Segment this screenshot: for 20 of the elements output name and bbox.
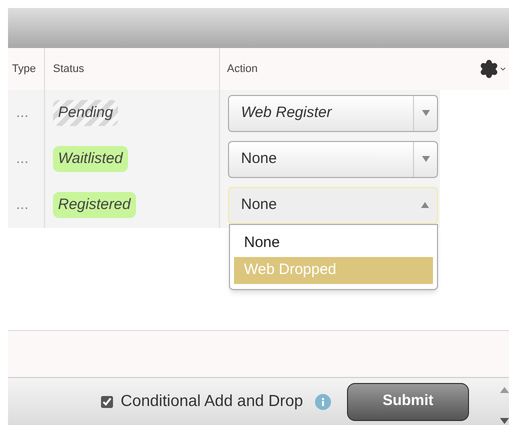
column-header: Status (53, 62, 84, 77)
table-cell-text: ... (16, 102, 29, 123)
down-arrow-icon (422, 156, 430, 162)
submit-button[interactable]: Submit (347, 382, 469, 420)
column-header: Action (227, 62, 258, 77)
table-cell-text: ... (16, 194, 29, 215)
table-cell-text: ... (16, 148, 29, 169)
checkbox[interactable] (100, 396, 113, 408)
action-dropdown[interactable]: Web Register (228, 94, 438, 132)
status-badge: Pending (53, 100, 118, 126)
action-dropdown[interactable]: None (228, 140, 438, 178)
status-badge: Registered (53, 192, 136, 218)
column-header: Type (12, 62, 36, 77)
action-dropdown[interactable]: None (228, 186, 438, 224)
checkbox-label: Conditional Add and Drop (120, 392, 303, 412)
dropdown-option[interactable]: None (234, 230, 433, 257)
scroll-down-icon[interactable] (500, 418, 509, 424)
down-arrow-icon (422, 110, 430, 116)
up-arrow-icon (421, 202, 429, 208)
status-badge: Waitlisted (53, 146, 128, 172)
